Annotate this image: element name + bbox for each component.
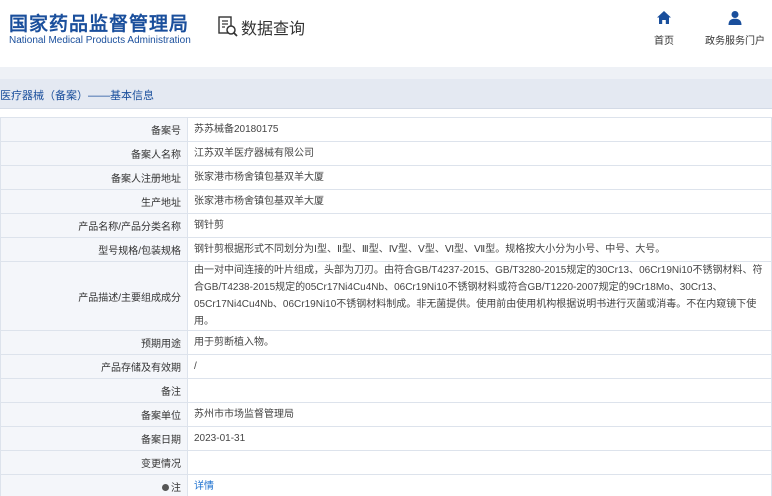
header-divider-band	[0, 67, 772, 79]
field-label: 变更情况	[0, 450, 188, 475]
document-search-icon	[218, 16, 238, 37]
field-label: 备注	[0, 378, 188, 403]
table-row: 备案号 苏苏械备20180175	[0, 117, 772, 142]
breadcrumb-bar: 医疗器械（备案）——基本信息	[0, 79, 772, 109]
field-label: 产品名称/产品分类名称	[0, 213, 188, 238]
field-label: 产品存储及有效期	[0, 354, 188, 379]
field-value: 江苏双羊医疗器械有限公司	[187, 141, 772, 166]
field-value: 苏苏械备20180175	[187, 117, 772, 142]
field-value: 苏州市市场监督管理局	[187, 402, 772, 427]
table-row: 预期用途 用于剪断植入物。	[0, 330, 772, 355]
field-value: 详情	[187, 474, 772, 496]
details-link[interactable]: 详情	[194, 481, 214, 492]
table-row: 注 详情	[0, 474, 772, 496]
field-label: 备案日期	[0, 426, 188, 451]
field-label: 备案单位	[0, 402, 188, 427]
table-row: 型号规格/包装规格 钢针剪根据形式不同划分为Ⅰ型、Ⅱ型、Ⅲ型、Ⅳ型、Ⅴ型、Ⅵ型、…	[0, 237, 772, 262]
field-value: 钢针剪根据形式不同划分为Ⅰ型、Ⅱ型、Ⅲ型、Ⅳ型、Ⅴ型、Ⅵ型、Ⅶ型。规格按大小分为…	[187, 237, 772, 262]
table-row: 产品存储及有效期 /	[0, 354, 772, 379]
home-icon	[657, 11, 671, 24]
field-label: 注	[171, 483, 181, 494]
site-logo-subtitle: National Medical Products Administration	[9, 35, 191, 46]
field-value: 由一对中间连接的叶片组成，头部为刀刃。由符合GB/T4237-2015、GB/T…	[187, 261, 772, 331]
field-value: 钢针剪	[187, 213, 772, 238]
field-label: 型号规格/包装规格	[0, 237, 188, 262]
field-value: 张家港市杨舍镇包基双羊大厦	[187, 189, 772, 214]
field-label: 预期用途	[0, 330, 188, 355]
user-icon	[728, 11, 742, 25]
field-value: 用于剪断植入物。	[187, 330, 772, 355]
field-value	[187, 450, 772, 475]
field-value: /	[187, 354, 772, 379]
note-label: 注	[0, 474, 188, 496]
nav-home-label: 首页	[654, 36, 674, 47]
site-logo-title[interactable]: 国家药品监督管理局	[9, 9, 189, 36]
field-label: 备案人注册地址	[0, 165, 188, 190]
table-row: 备案人注册地址 张家港市杨舍镇包基双羊大厦	[0, 165, 772, 190]
bullet-icon	[162, 484, 169, 491]
table-row: 变更情况	[0, 450, 772, 475]
site-header: 国家药品监督管理局 National Medical Products Admi…	[0, 0, 772, 58]
data-query-title[interactable]: 数据查询	[218, 15, 305, 39]
nav-gov-label: 政务服务门户	[705, 36, 765, 47]
table-row: 产品名称/产品分类名称 钢针剪	[0, 213, 772, 238]
field-value	[187, 378, 772, 403]
table-row: 生产地址 张家港市杨舍镇包基双羊大厦	[0, 189, 772, 214]
nav-gov-service-portal[interactable]: 政务服务门户	[700, 10, 770, 47]
table-row: 备案人名称 江苏双羊医疗器械有限公司	[0, 141, 772, 166]
field-label: 备案号	[0, 117, 188, 142]
data-query-label: 数据查询	[241, 21, 306, 38]
breadcrumb: 医疗器械（备案）——基本信息	[0, 90, 154, 102]
nav-home[interactable]: 首页	[651, 10, 677, 47]
table-row: 产品描述/主要组成成分 由一对中间连接的叶片组成，头部为刀刃。由符合GB/T42…	[0, 261, 772, 331]
field-label: 生产地址	[0, 189, 188, 214]
table-row: 备注	[0, 378, 772, 403]
field-label: 产品描述/主要组成成分	[0, 261, 188, 331]
record-info-table: 备案号 苏苏械备20180175 备案人名称 江苏双羊医疗器械有限公司 备案人注…	[0, 117, 772, 496]
table-row: 备案日期 2023-01-31	[0, 426, 772, 451]
field-value: 张家港市杨舍镇包基双羊大厦	[187, 165, 772, 190]
field-value: 2023-01-31	[187, 426, 772, 451]
field-label: 备案人名称	[0, 141, 188, 166]
table-row: 备案单位 苏州市市场监督管理局	[0, 402, 772, 427]
